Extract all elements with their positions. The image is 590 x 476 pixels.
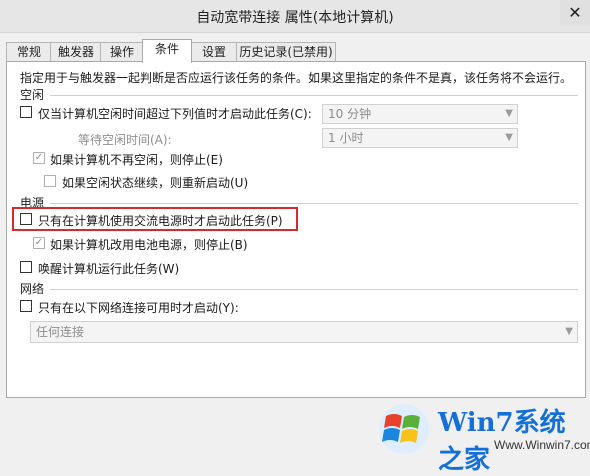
chevron-down-icon: ▼ bbox=[565, 326, 573, 337]
tab-general[interactable]: 常规 bbox=[6, 42, 52, 61]
network-connection-select[interactable]: 任何连接 ▼ bbox=[30, 321, 578, 343]
network-connection-value: 任何连接 bbox=[36, 325, 85, 339]
chevron-down-icon: ▼ bbox=[505, 132, 513, 143]
chevron-down-icon: ▼ bbox=[505, 108, 513, 119]
restart-if-idle-checkbox[interactable] bbox=[44, 175, 56, 187]
close-button[interactable]: ✕ bbox=[560, 0, 590, 26]
watermark-url: Www.Winwin7.com bbox=[494, 438, 590, 452]
start-if-network-checkbox[interactable] bbox=[20, 300, 32, 312]
tab-history[interactable]: 历史记录(已禁用) bbox=[236, 42, 336, 61]
ac-power-label: 只有在计算机使用交流电源时才启动此任务(P) bbox=[38, 214, 283, 228]
close-icon: ✕ bbox=[568, 3, 582, 22]
watermark: Win7系统之家 Www.Winwin7.com bbox=[374, 396, 590, 475]
idle-duration-select[interactable]: 10 分钟 ▼ bbox=[322, 104, 518, 124]
title-bar: 自动宽带连接 属性(本地计算机) ✕ bbox=[0, 0, 590, 33]
wake-to-run-label: 唤醒计算机运行此任务(W) bbox=[38, 262, 180, 276]
wait-duration-select[interactable]: 1 小时 ▼ bbox=[322, 128, 518, 148]
stop-on-battery-label: 如果计算机改用电池电源，则停止(B) bbox=[50, 238, 248, 252]
restart-if-idle-label: 如果空闲状态继续，则重新启动(U) bbox=[62, 176, 249, 190]
tab-actions[interactable]: 操作 bbox=[100, 42, 144, 61]
stop-if-not-idle-label: 如果计算机不再空闲，则停止(E) bbox=[50, 153, 223, 167]
network-section-label: 网络 bbox=[20, 282, 45, 296]
tab-triggers[interactable]: 触发器 bbox=[50, 42, 102, 61]
tab-conditions[interactable]: 条件 bbox=[142, 39, 192, 63]
stop-if-not-idle-checkbox[interactable]: ✓ bbox=[33, 152, 45, 164]
window-title: 自动宽带连接 属性(本地计算机) bbox=[196, 10, 394, 26]
start-if-network-label: 只有在以下网络连接可用时才启动(Y): bbox=[38, 301, 239, 315]
windows-logo-icon bbox=[379, 404, 429, 454]
idle-section-label: 空闲 bbox=[20, 88, 45, 102]
wait-idle-label: 等待空闲时间(A): bbox=[78, 133, 172, 147]
network-divider bbox=[50, 289, 578, 290]
start-if-idle-label: 仅当计算机空闲时间超过下列值时才启动此任务(C): bbox=[38, 107, 312, 121]
wake-to-run-checkbox[interactable] bbox=[20, 261, 32, 273]
power-divider bbox=[50, 203, 578, 204]
stop-on-battery-checkbox[interactable]: ✓ bbox=[33, 237, 45, 249]
ac-power-checkbox[interactable] bbox=[20, 213, 32, 225]
wait-duration-value: 1 小时 bbox=[328, 131, 364, 145]
idle-duration-value: 10 分钟 bbox=[328, 107, 372, 121]
idle-divider bbox=[50, 95, 578, 96]
conditions-description: 指定用于与触发器一起判断是否应运行该任务的条件。如果这里指定的条件不是真，该任务… bbox=[20, 71, 573, 85]
tab-settings[interactable]: 设置 bbox=[190, 42, 238, 61]
start-if-idle-checkbox[interactable] bbox=[20, 106, 32, 118]
